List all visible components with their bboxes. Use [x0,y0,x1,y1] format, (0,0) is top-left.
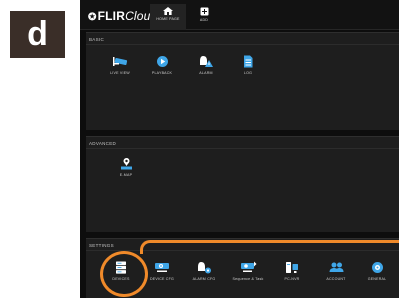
sequence-icon [240,261,256,272]
panel-label: d [10,11,65,58]
section-basic: BASIC LIVE VIEW PLAYBACK ALARM LOG [86,32,399,130]
section-advanced: ADVANCED E-MAP [86,136,399,232]
logo-brand-text: FLIR [97,9,126,23]
general-settings-icon [371,262,383,273]
pc-nvr-icon [286,262,298,273]
basic-item-label: PLAYBACK [151,71,173,75]
basic-item-label: LIVE VIEW [110,71,130,75]
tab-add-label: ADD [199,18,209,22]
highlight-callout-line [140,240,399,254]
tab-home-page-label: HOME PAGE [156,17,180,21]
flir-cloud-logo: ✪FLIRCloud [88,9,157,23]
basic-item-playback[interactable]: PLAYBACK [142,55,182,75]
settings-item-device-cfg[interactable]: DEVICE CFG [142,261,182,281]
highlight-circle [100,251,148,297]
camera-icon [113,57,128,66]
basic-item-alarm[interactable]: ALARM [186,55,226,75]
advanced-item-label: E-MAP [119,173,133,177]
settings-item-label: ALARM CFG [192,277,216,281]
device-config-icon [155,263,169,272]
section-basic-title: BASIC [89,37,105,42]
settings-item-label: PC-NVR [284,277,300,281]
advanced-item-e-map[interactable]: E-MAP [106,157,146,177]
settings-item-label: DEVICE CFG [150,277,174,281]
section-settings-title: SETTINGS [89,243,114,248]
settings-item-general[interactable]: GENERAL [357,261,397,281]
section-divider [86,148,399,149]
map-pin-icon [120,158,132,170]
basic-item-label: LOG [243,71,253,75]
settings-item-sequence-task[interactable]: Sequence & Task [228,261,268,281]
add-icon [200,7,208,16]
home-icon [163,7,173,15]
basic-item-log[interactable]: LOG [228,55,268,75]
flir-logo-mark-icon: ✪ [88,12,97,23]
section-advanced-title: ADVANCED [89,141,117,146]
basic-item-label: ALARM [199,71,213,75]
alarm-icon [199,56,213,67]
tab-add[interactable]: ADD [190,4,218,30]
document-icon [244,55,253,68]
basic-item-live-view[interactable]: LIVE VIEW [100,55,140,75]
play-icon [156,56,168,67]
settings-item-label: GENERAL [367,277,387,281]
settings-item-label: ACCOUNT [326,277,346,281]
alarm-config-icon [197,262,211,274]
tab-home-page[interactable]: HOME PAGE [150,4,186,30]
users-icon [329,262,343,272]
settings-item-alarm-cfg[interactable]: ALARM CFG [184,261,224,281]
settings-item-account[interactable]: ACCOUNT [316,261,356,281]
settings-item-label: Sequence & Task [232,277,264,281]
section-divider [86,44,399,45]
top-bar: ✪FLIRCloud HOME PAGE ADD [80,0,399,30]
settings-item-pc-nvr[interactable]: PC-NVR [272,261,312,281]
